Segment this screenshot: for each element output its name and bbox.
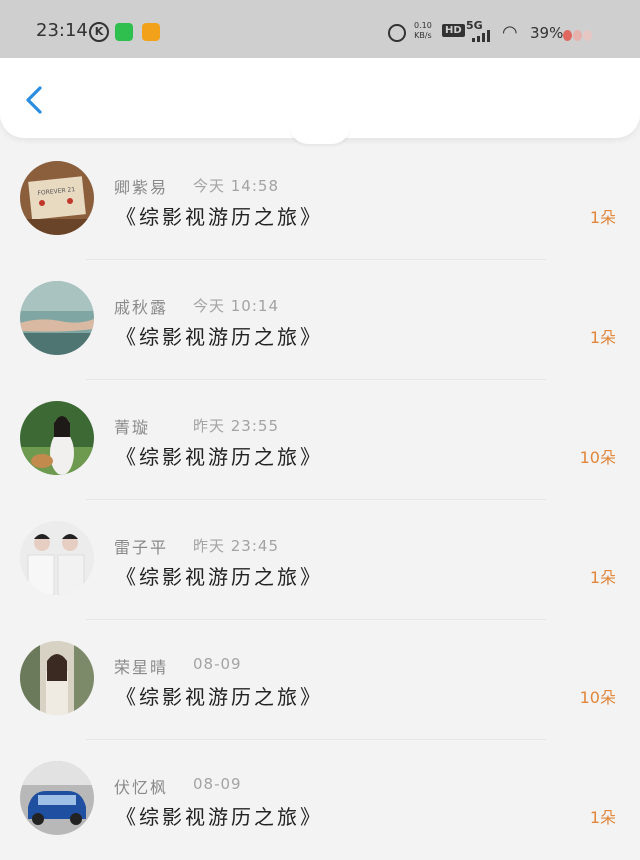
book-title: 《综影视游历之旅》 <box>116 445 323 469</box>
avatar[interactable] <box>20 641 94 715</box>
avatar[interactable] <box>20 761 94 835</box>
record-time: 08-09 <box>193 655 242 673</box>
record-time: 今天 14:58 <box>193 177 279 195</box>
network-speed-unit: KB/s <box>414 31 432 40</box>
list-item[interactable]: 伏忆枫 08-09 《综影视游历之旅》 1朵 <box>0 740 640 860</box>
user-name: 菁璇 <box>114 418 151 437</box>
list-item[interactable]: 荣星晴 08-09 《综影视游历之旅》 10朵 <box>0 620 640 740</box>
flower-count: 1朵 <box>589 808 616 827</box>
alarm-icon <box>388 24 406 42</box>
green-app-icon <box>115 23 133 41</box>
status-bar: 23:14 K 0.10 KB/s HD 5G ◠ 39% <box>0 0 640 62</box>
avatar[interactable]: FOREVER 21 <box>20 161 94 235</box>
list-item[interactable]: 戚秋露 今天 10:14 《综影视游历之旅》 1朵 <box>0 260 640 380</box>
flower-count: 1朵 <box>589 208 616 227</box>
flower-count: 1朵 <box>589 328 616 347</box>
record-time: 今天 10:14 <box>193 297 279 315</box>
battery-level: 39% <box>530 24 564 42</box>
list-item[interactable]: 菁璇 昨天 23:55 《综影视游历之旅》 10朵 <box>0 380 640 500</box>
book-title: 《综影视游历之旅》 <box>116 685 323 709</box>
chevron-left-icon[interactable] <box>22 85 48 115</box>
avatar[interactable] <box>20 521 94 595</box>
flower-count: 10朵 <box>579 688 616 707</box>
user-name: 戚秋露 <box>114 298 169 317</box>
orange-app-icon <box>142 23 160 41</box>
battery-deco-icon <box>563 26 593 45</box>
k-app-icon: K <box>89 22 109 42</box>
signal-icon <box>472 30 494 42</box>
list-item[interactable]: FOREVER 21 卿紫易 今天 14:58 《综影视游历之旅》 1朵 <box>0 140 640 260</box>
record-time: 08-09 <box>193 775 242 793</box>
user-name: 伏忆枫 <box>114 778 169 797</box>
network-speed: 0.10 KB/s <box>414 21 432 41</box>
avatar[interactable] <box>20 281 94 355</box>
user-name: 雷子平 <box>114 538 169 557</box>
book-title: 《综影视游历之旅》 <box>116 565 323 589</box>
record-time: 昨天 23:45 <box>193 537 279 555</box>
user-name: 卿紫易 <box>114 178 169 197</box>
wifi-icon: ◠ <box>502 22 518 43</box>
flower-count: 10朵 <box>579 448 616 467</box>
status-time: 23:14 <box>36 20 88 41</box>
network-speed-value: 0.10 <box>414 21 432 30</box>
record-time: 昨天 23:55 <box>193 417 279 435</box>
book-title: 《综影视游历之旅》 <box>116 205 323 229</box>
user-name: 荣星晴 <box>114 658 169 677</box>
avatar[interactable] <box>20 401 94 475</box>
flower-count: 1朵 <box>589 568 616 587</box>
gift-record-list: FOREVER 21 卿紫易 今天 14:58 《综影视游历之旅》 1朵 戚秋露… <box>0 140 640 860</box>
book-title: 《综影视游历之旅》 <box>116 325 323 349</box>
book-title: 《综影视游历之旅》 <box>116 805 323 829</box>
hd-badge: HD <box>442 24 465 37</box>
list-item[interactable]: 雷子平 昨天 23:45 《综影视游历之旅》 1朵 <box>0 500 640 620</box>
